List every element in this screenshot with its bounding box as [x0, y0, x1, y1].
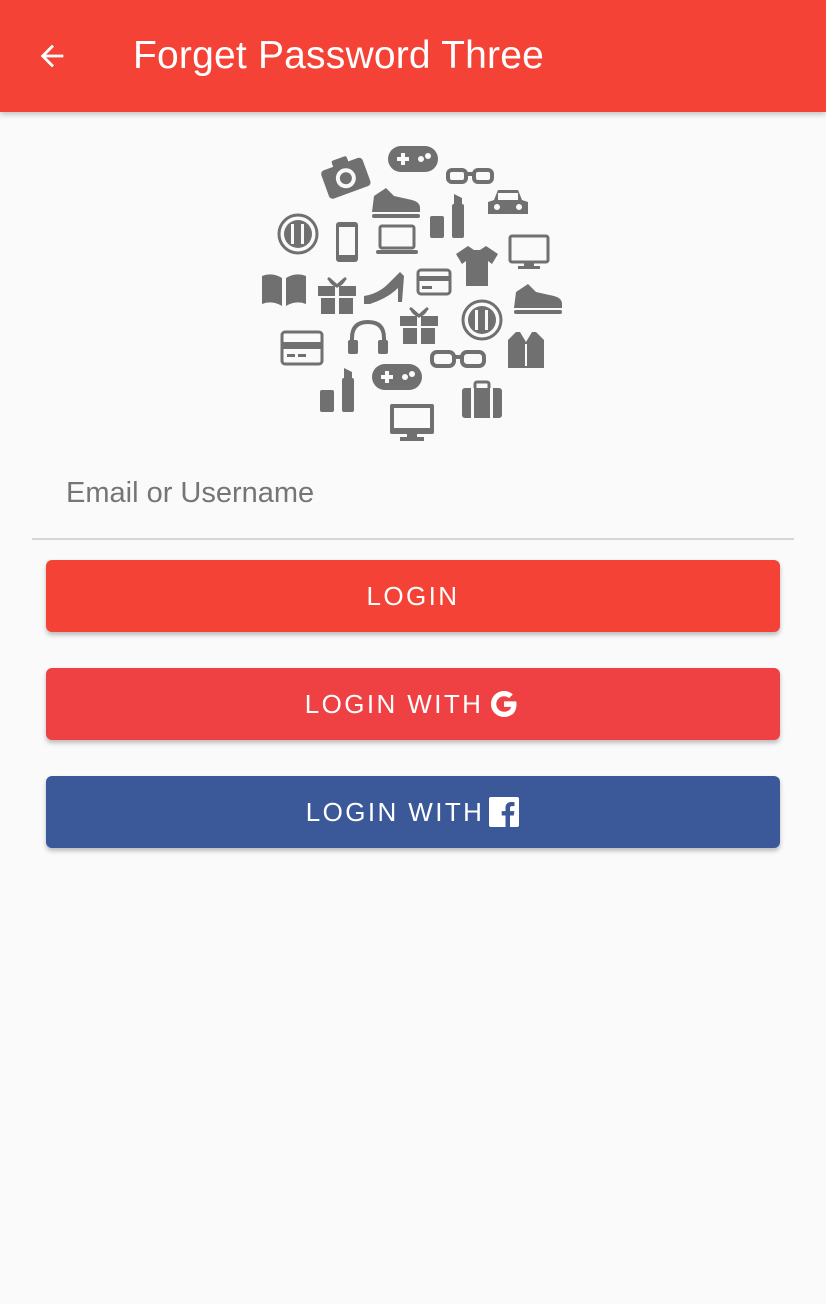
camera-icon — [321, 156, 371, 199]
facebook-button-label: LOGIN WITH — [305, 796, 485, 827]
email-field[interactable] — [32, 452, 794, 540]
shopping-icons-logo — [262, 146, 562, 441]
smartphone-icon — [336, 222, 358, 262]
cutlery-icon — [461, 299, 503, 341]
briefcase-icon — [462, 380, 502, 418]
glasses-icon — [430, 350, 486, 368]
monitor-icon — [508, 234, 550, 269]
login-with-google-button[interactable]: LOGIN WITH — [46, 668, 780, 740]
headphones-icon — [348, 319, 388, 354]
sneaker-icon — [372, 188, 420, 218]
facebook-f-icon — [488, 796, 520, 828]
lipstick-icon — [320, 368, 354, 412]
sneaker-icon — [514, 284, 562, 314]
back-button[interactable] — [22, 26, 82, 86]
car-icon — [488, 190, 528, 214]
google-button-label: LOGIN WITH — [304, 688, 484, 719]
high-heel-icon — [364, 272, 404, 304]
email-input[interactable] — [64, 462, 768, 524]
shirt-icon — [508, 332, 544, 368]
book-icon — [262, 274, 306, 306]
gift-icon — [318, 277, 356, 314]
cutlery-icon — [277, 213, 319, 255]
app-bar: Forget Password Three — [0, 0, 826, 112]
monitor-icon — [390, 404, 434, 441]
login-button[interactable]: LOGIN — [46, 560, 780, 632]
credit-card-icon — [416, 268, 452, 296]
glasses-icon — [446, 168, 494, 184]
page-title: Forget Password Three — [133, 34, 544, 77]
google-g-icon — [487, 687, 521, 721]
credit-card-icon — [280, 330, 324, 366]
gamepad-icon — [372, 364, 422, 390]
login-with-facebook-button[interactable]: LOGIN WITH — [46, 776, 780, 848]
arrow-back-icon — [40, 44, 64, 68]
tshirt-icon — [456, 246, 498, 286]
gift-icon — [400, 307, 438, 344]
laptop-icon — [376, 224, 418, 254]
gamepad-icon — [388, 146, 438, 172]
lipstick-icon — [430, 194, 464, 238]
login-button-label: LOGIN — [366, 580, 460, 611]
